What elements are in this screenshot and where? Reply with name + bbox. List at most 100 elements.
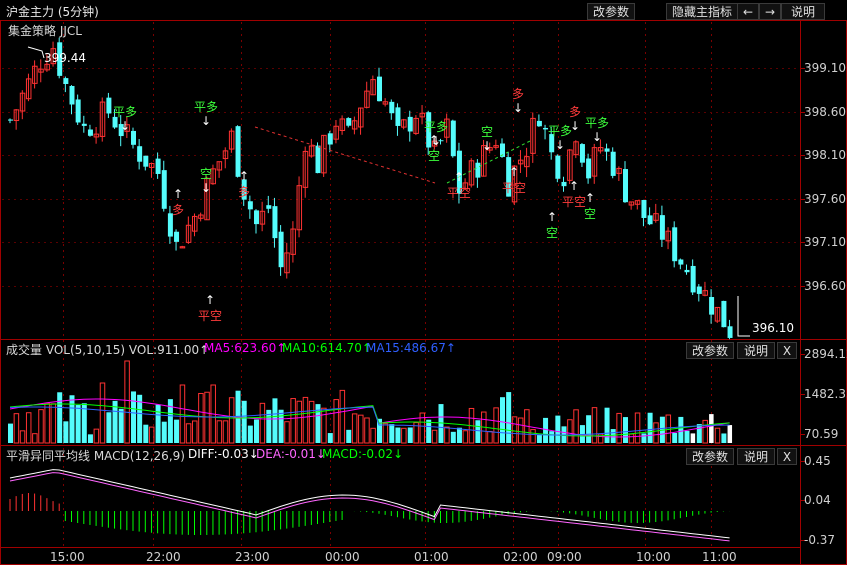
volume-bar	[228, 397, 235, 444]
candle-body	[623, 169, 628, 203]
time-axis-label: 00:00	[325, 550, 360, 564]
signal-label: 多	[172, 203, 185, 217]
time-axis-label: 22:00	[146, 550, 181, 564]
volume-bar	[167, 399, 173, 443]
arrow-down-icon: ↓	[201, 114, 212, 128]
arrow-down-icon: ↓	[201, 181, 212, 195]
candle-body	[137, 146, 143, 162]
arrow-up-icon: ↑	[454, 170, 465, 184]
volume-edit-params-button[interactable]: 改参数	[686, 342, 734, 359]
price-axis-label: 399.10	[804, 61, 846, 75]
volume-bar	[44, 402, 50, 444]
volume-bar	[647, 412, 653, 443]
volume-axis-label: 1482.35	[804, 387, 847, 401]
volume-bar	[143, 424, 149, 443]
signal-label: 多	[238, 185, 251, 199]
arrow-up-icon: ↑	[547, 210, 558, 224]
arrow-down-icon: ↓	[513, 101, 524, 115]
volume-help-button[interactable]: 说明	[737, 342, 775, 359]
volume-bar	[530, 429, 536, 444]
macd-axis-label: 0.45	[804, 454, 831, 468]
volume-bar	[161, 421, 167, 443]
volume-bar	[672, 432, 678, 443]
candle-body	[678, 259, 684, 265]
volume-bar	[32, 433, 38, 444]
arrow-down-icon: ↓	[482, 139, 493, 153]
volume-bar	[284, 421, 290, 444]
volume-bar	[57, 392, 63, 443]
signal-label: 平空	[198, 309, 223, 323]
volume-bar	[216, 420, 223, 444]
volume-bar	[684, 430, 690, 443]
price-low-label: 396.10	[752, 321, 794, 335]
candle-body	[63, 78, 69, 85]
candle-body	[561, 181, 567, 187]
volume-bar	[616, 412, 622, 444]
candle-body	[696, 286, 702, 294]
candle-body	[266, 205, 272, 209]
volume-axis-label: 70.59	[804, 427, 839, 441]
candle-body	[610, 151, 616, 176]
time-axis-label: 01:00	[414, 550, 449, 564]
volume-bar	[370, 427, 376, 444]
macd-edit-params-button[interactable]: 改参数	[686, 448, 734, 465]
volume-bar	[401, 427, 407, 444]
volume-axis-label: 2894.12	[804, 347, 847, 361]
macd-help-button[interactable]: 说明	[737, 448, 775, 465]
signal-label: 多	[512, 87, 525, 101]
signal-label: 平多	[194, 100, 219, 114]
volume-bar	[192, 420, 198, 444]
signal-label: 空	[584, 207, 597, 221]
volume-bar	[690, 433, 696, 443]
candle-body	[69, 85, 75, 105]
candle-body	[709, 297, 715, 315]
volume-bar	[75, 405, 81, 443]
macd-close-button[interactable]: X	[777, 448, 797, 465]
volume-bar	[278, 409, 284, 443]
volume-bar	[339, 389, 346, 444]
volume-bar	[456, 427, 462, 443]
volume-ma10: MA10:614.70↑	[282, 341, 372, 355]
candle-body	[690, 265, 696, 293]
signal-label: 平空	[562, 195, 587, 209]
signal-label: 空	[481, 125, 494, 139]
candle-body	[721, 300, 727, 328]
signal-label: 平空	[447, 186, 472, 200]
candlestick-chart[interactable]	[0, 0, 847, 565]
arrow-up-icon: ↑	[569, 179, 580, 193]
volume-bar	[99, 382, 106, 444]
arrow-down-icon: ↓	[555, 138, 566, 152]
volume-bar	[696, 424, 702, 443]
volume-bar	[272, 398, 278, 443]
volume-bar	[358, 414, 364, 444]
signal-label: 空	[428, 149, 441, 163]
candle-body	[641, 200, 647, 218]
volume-bar	[500, 397, 505, 443]
volume-bar	[721, 433, 727, 443]
volume-bar	[709, 414, 714, 443]
price-axis-label: 397.60	[804, 192, 846, 206]
macd-diff: DIFF:-0.03↓	[188, 447, 259, 461]
candle-body	[555, 155, 561, 179]
volume-close-button[interactable]: X	[777, 342, 797, 359]
arrow-up-icon: ↑	[585, 191, 596, 205]
volume-bar	[247, 425, 253, 443]
arrow-down-icon: ↓	[120, 119, 131, 133]
volume-bar	[50, 403, 57, 444]
volume-bar	[321, 407, 327, 444]
price-axis-label: 396.60	[804, 279, 846, 293]
volume-bar	[702, 419, 708, 444]
volume-bar	[302, 396, 309, 444]
low-pointer	[737, 296, 750, 337]
candle-body	[278, 231, 284, 268]
volume-bar	[296, 400, 303, 444]
candle-body	[684, 269, 690, 273]
volume-bar	[327, 433, 333, 443]
signal-label: 多	[569, 105, 582, 119]
volume-bar	[634, 412, 641, 444]
volume-bar	[308, 400, 315, 444]
volume-bar	[254, 419, 259, 443]
volume-bar	[148, 426, 155, 444]
macd-diff-line	[9, 469, 730, 539]
arrow-up-icon: ↑	[205, 293, 216, 307]
